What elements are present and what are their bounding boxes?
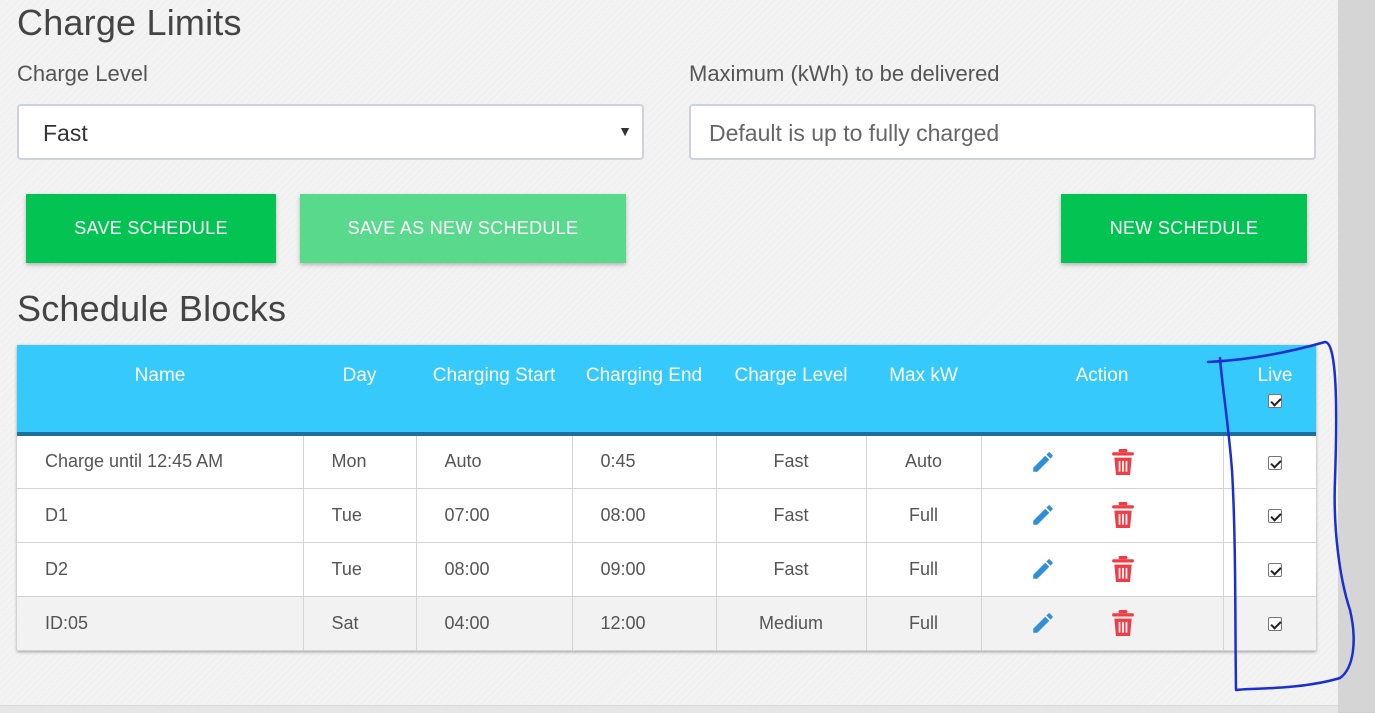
max-kwh-input[interactable]: Default is up to fully charged	[689, 104, 1316, 160]
cell-day: Tue	[303, 542, 417, 597]
live-checkbox[interactable]	[1268, 508, 1283, 523]
cell-live	[1223, 542, 1316, 597]
header-live-label: Live	[1257, 365, 1293, 386]
cell-action	[981, 596, 1224, 651]
header-live: Live	[1223, 345, 1316, 436]
cell-charging-start: Auto	[416, 434, 573, 489]
cell-charging-start: 04:00	[416, 596, 573, 651]
pencil-icon[interactable]	[1030, 502, 1056, 528]
cell-charging-end: 08:00	[572, 488, 717, 543]
cell-action	[981, 434, 1224, 489]
cell-charging-start: 07:00	[416, 488, 573, 543]
pencil-icon[interactable]	[1030, 610, 1056, 636]
cell-max-kw: Full	[866, 542, 982, 597]
cell-live	[1223, 434, 1316, 489]
header-action: Action	[981, 345, 1223, 436]
cell-max-kw: Full	[866, 488, 982, 543]
cell-max-kw: Auto	[866, 434, 982, 489]
cell-day: Tue	[303, 488, 417, 543]
pencil-icon[interactable]	[1030, 556, 1056, 582]
table-row: ID:05 Sat 04:00 12:00 Medium Full	[17, 596, 1316, 651]
cell-name: D2	[17, 542, 304, 597]
cell-day: Sat	[303, 596, 417, 651]
cell-charging-end: 0:45	[572, 434, 717, 489]
header-charging-start[interactable]: Charging Start	[416, 345, 572, 436]
cell-action	[981, 488, 1224, 543]
right-gutter	[1338, 0, 1375, 712]
cell-charge-level: Fast	[716, 542, 867, 597]
cell-name: D1	[17, 488, 304, 543]
cell-action	[981, 542, 1224, 597]
chevron-down-icon: ▼	[618, 123, 632, 139]
live-checkbox[interactable]	[1268, 562, 1283, 577]
cell-charge-level: Medium	[716, 596, 867, 651]
cell-charge-level: Fast	[716, 434, 867, 489]
charge-level-label: Charge Level	[17, 61, 148, 86]
schedule-blocks-title: Schedule Blocks	[17, 288, 287, 329]
table-row: Charge until 12:45 AM Mon Auto 0:45 Fast Auto	[17, 434, 1316, 489]
cell-name: Charge until 12:45 AM	[17, 434, 304, 489]
header-charge-level[interactable]: Charge Level	[716, 345, 866, 436]
charge-level-value: Fast	[43, 120, 88, 146]
live-all-checkbox[interactable]	[1268, 393, 1282, 408]
max-kwh-placeholder: Default is up to fully charged	[709, 120, 1000, 146]
header-max-kw[interactable]: Max kW	[866, 345, 981, 436]
schedule-table: Name Day Charging Start Charging End Cha…	[17, 345, 1316, 651]
header-name[interactable]: Name	[17, 345, 303, 436]
charge-level-select[interactable]: Fast ▼	[17, 104, 644, 160]
header-charging-end[interactable]: Charging End	[572, 345, 716, 436]
save-as-new-schedule-button[interactable]: SAVE AS NEW SCHEDULE	[300, 194, 626, 263]
page-title: Charge Limits	[17, 2, 242, 43]
new-schedule-button[interactable]: NEW SCHEDULE	[1061, 194, 1307, 263]
live-checkbox[interactable]	[1268, 616, 1283, 631]
cell-charging-end: 12:00	[572, 596, 717, 651]
cell-charging-end: 09:00	[572, 542, 717, 597]
cell-live	[1223, 596, 1316, 651]
trash-icon[interactable]	[1112, 502, 1134, 528]
cell-max-kw: Full	[866, 596, 982, 651]
live-checkbox[interactable]	[1268, 455, 1283, 470]
max-kwh-label: Maximum (kWh) to be delivered	[689, 61, 1000, 86]
trash-icon[interactable]	[1112, 610, 1134, 636]
cell-day: Mon	[303, 434, 417, 489]
table-row: D1 Tue 07:00 08:00 Fast Full	[17, 488, 1316, 543]
table-header-row: Name Day Charging Start Charging End Cha…	[17, 345, 1316, 436]
save-schedule-button[interactable]: SAVE SCHEDULE	[26, 194, 276, 263]
header-day[interactable]: Day	[303, 345, 416, 436]
trash-icon[interactable]	[1112, 556, 1134, 582]
trash-icon[interactable]	[1112, 448, 1134, 475]
cell-charge-level: Fast	[716, 488, 867, 543]
table-row: D2 Tue 08:00 09:00 Fast Full	[17, 542, 1316, 597]
cell-name: ID:05	[17, 596, 304, 651]
cell-charging-start: 08:00	[416, 542, 573, 597]
cell-live	[1223, 488, 1316, 543]
pencil-icon[interactable]	[1030, 449, 1056, 475]
